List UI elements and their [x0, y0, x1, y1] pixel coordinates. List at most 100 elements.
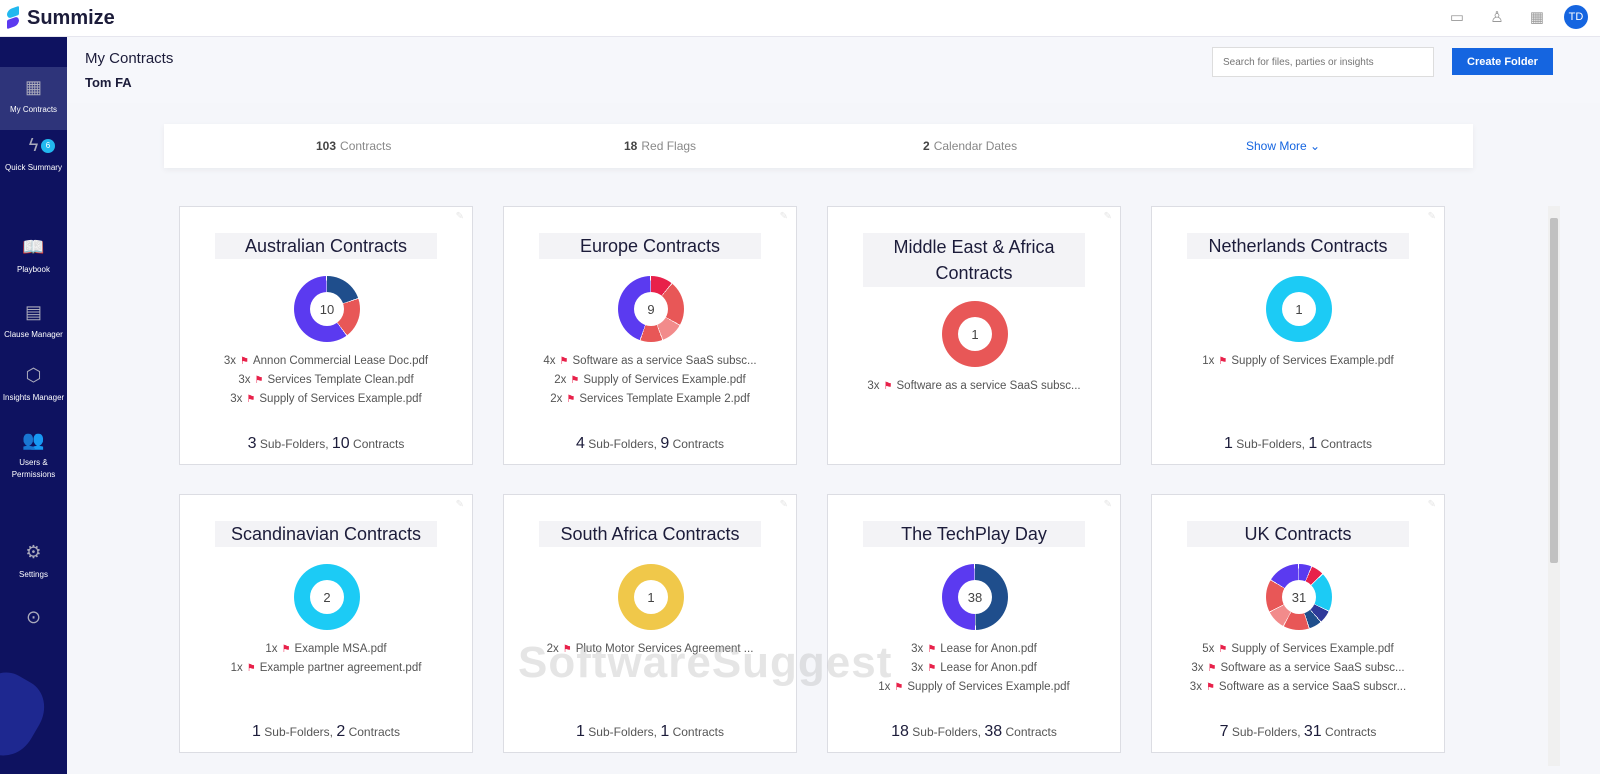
folder-title: Netherlands Contracts: [1187, 233, 1409, 259]
stat-calendar-dates[interactable]: 2 Calendar Dates: [923, 139, 1017, 153]
chat-icon[interactable]: ▭: [1444, 4, 1470, 30]
watermark: SoftwareSuggest: [518, 638, 893, 687]
subfolders-label: Sub-Folders,: [1231, 725, 1301, 739]
sidebar-item-clause-manager[interactable]: ▤ Clause Manager: [0, 302, 67, 341]
stat-red-flags[interactable]: 18 Red Flags: [624, 139, 696, 153]
red-flag-item[interactable]: 5x ⚑ Supply of Services Example.pdf: [1152, 640, 1444, 659]
chevron-down-icon: ⌄: [1310, 139, 1321, 153]
red-flag-icon: ⚑: [883, 381, 893, 392]
subfolders-label: Sub-Folders,: [1236, 437, 1305, 451]
donut-total: 10: [310, 292, 344, 326]
folder-card[interactable]: ✎ Australian Contracts 10 3x ⚑ Annon Commerci…: [179, 206, 473, 465]
donut-chart: 1: [1266, 276, 1332, 342]
donut-chart: 1: [618, 564, 684, 630]
red-flag-item[interactable]: 1x ⚑ Example MSA.pdf: [180, 640, 472, 659]
subfolder-count: 4: [576, 435, 585, 452]
folder-card[interactable]: ✎ Middle East & Africa Contracts 1 3x ⚑ Softw…: [827, 206, 1121, 465]
flag-file-name: Lease for Anon.pdf: [940, 643, 1037, 655]
edit-icon[interactable]: ✎: [1428, 499, 1436, 510]
calendar-icon[interactable]: ▦: [1524, 4, 1550, 30]
red-flag-icon: ⚑: [240, 356, 249, 367]
flag-count: 1x: [1202, 355, 1215, 367]
red-flag-icon: ⚑: [894, 682, 904, 693]
edit-icon[interactable]: ✎: [1104, 499, 1112, 510]
contract-count: 1: [660, 723, 670, 740]
sidebar-item-playbook[interactable]: 📖 Playbook: [0, 237, 67, 276]
red-flag-item[interactable]: 1x ⚑ Supply of Services Example.pdf: [1152, 352, 1444, 371]
show-more-button[interactable]: Show More ⌄: [1246, 139, 1320, 153]
edit-icon[interactable]: ✎: [780, 499, 788, 510]
sidebar-item-my-contracts[interactable]: ▦ My Contracts: [0, 67, 67, 130]
subfolders-label: Sub-Folders,: [588, 725, 657, 739]
page-subtitle: Tom FA: [85, 75, 132, 90]
folder-card[interactable]: ✎ Scandinavian Contracts 2 1x ⚑ Example MSA.p…: [179, 494, 473, 753]
red-flag-list: 5x ⚑ Supply of Services Example.pdf 3x ⚑ Soft…: [1152, 640, 1444, 697]
flag-count: 2x: [554, 374, 567, 386]
summize-logo-icon: [5, 8, 21, 28]
red-flag-item[interactable]: 3x ⚑ Software as a service SaaS subsc...: [828, 377, 1120, 396]
folder-card[interactable]: ✎ UK Contracts 31 5x ⚑ Supply of Services Exa…: [1151, 494, 1445, 753]
donut-chart: 31: [1266, 564, 1332, 630]
red-flag-item[interactable]: 3x ⚑ Services Template Clean.pdf: [180, 371, 472, 390]
flag-count: 3x: [911, 662, 924, 674]
scrollbar[interactable]: [1548, 206, 1560, 766]
notification-badge: 6: [41, 139, 55, 153]
donut-chart: 2: [294, 564, 360, 630]
donut-total: 1: [958, 317, 992, 351]
edit-icon[interactable]: ✎: [1428, 211, 1436, 222]
edit-icon[interactable]: ✎: [780, 211, 788, 222]
donut-total: 1: [1282, 292, 1316, 326]
folder-card[interactable]: ✎ South Africa Contracts 1 2x ⚑ Pluto Motor S…: [503, 494, 797, 753]
flag-file-name: Software as a service SaaS subsc...: [572, 355, 757, 367]
red-flag-item[interactable]: 2x ⚑ Services Template Example 2.pdf: [504, 390, 796, 409]
create-folder-button[interactable]: Create Folder: [1452, 48, 1553, 75]
red-flag-list: 3x ⚑ Software as a service SaaS subsc...: [828, 377, 1120, 396]
stat-value: 2: [923, 139, 930, 153]
scrollbar-thumb[interactable]: [1550, 218, 1558, 563]
donut-chart: 1: [942, 301, 1008, 367]
stat-value: 18: [624, 139, 638, 153]
folder-summary: 1 Sub-Folders, 1 Contracts: [1152, 435, 1444, 453]
flag-file-name: Software as a service SaaS subsc...: [1220, 662, 1405, 674]
folder-card[interactable]: ✎ The TechPlay Day 38 3x ⚑ Lease for Anon.pdf…: [827, 494, 1121, 753]
red-flag-list: 1x ⚑ Example MSA.pdf 1x ⚑ Example partner agr…: [180, 640, 472, 678]
sidebar-item-label: Insights Manager: [2, 393, 65, 402]
edit-icon[interactable]: ✎: [456, 211, 464, 222]
red-flag-item[interactable]: 4x ⚑ Software as a service SaaS subsc...: [504, 352, 796, 371]
logo[interactable]: Summize: [5, 7, 115, 30]
gear-icon: ⚙: [25, 542, 42, 562]
folder-card[interactable]: ✎ Europe Contracts 9 4x ⚑ Software as a servi…: [503, 206, 797, 465]
user-icon[interactable]: ♙: [1484, 4, 1510, 30]
donut-chart: 9: [618, 276, 684, 342]
donut-total: 38: [958, 580, 992, 614]
donut-total: 2: [310, 580, 344, 614]
donut-total: 1: [634, 580, 668, 614]
edit-icon[interactable]: ✎: [1104, 211, 1112, 222]
search-input[interactable]: [1212, 47, 1434, 77]
edit-icon[interactable]: ✎: [456, 499, 464, 510]
red-flag-item[interactable]: 1x ⚑ Example partner agreement.pdf: [180, 659, 472, 678]
stat-value: 103: [316, 139, 337, 153]
sidebar-item-users-permissions[interactable]: 👥 Users & Permissions: [0, 430, 67, 481]
red-flag-item[interactable]: 3x ⚑ Supply of Services Example.pdf: [180, 390, 472, 409]
folder-card[interactable]: ✎ Netherlands Contracts 1 1x ⚑ Supply of Serv…: [1151, 206, 1445, 465]
red-flag-item[interactable]: 3x ⚑ Software as a service SaaS subscr...: [1152, 678, 1444, 697]
avatar[interactable]: TD: [1564, 5, 1588, 29]
red-flag-item[interactable]: 2x ⚑ Supply of Services Example.pdf: [504, 371, 796, 390]
sidebar-item-settings[interactable]: ⚙ Settings: [0, 542, 67, 581]
contract-count: 1: [1308, 435, 1318, 452]
contracts-label: Contracts: [353, 437, 405, 451]
red-flag-item[interactable]: 3x ⚑ Annon Commercial Lease Doc.pdf: [180, 352, 472, 371]
stat-label: Red Flags: [641, 139, 697, 153]
sidebar-item-expand[interactable]: ⊙: [0, 607, 67, 634]
sidebar-item-label: Quick Summary: [5, 163, 62, 172]
red-flag-item[interactable]: 3x ⚑ Software as a service SaaS subsc...: [1152, 659, 1444, 678]
sidebar-item-quick-summary[interactable]: ϟ Quick Summary 6: [0, 135, 67, 174]
sidebar-item-insights-manager[interactable]: ⬡ Insights Manager: [0, 365, 67, 404]
red-flag-icon: ⚑: [246, 663, 256, 674]
flag-file-name: Example partner agreement.pdf: [259, 662, 422, 674]
red-flag-icon: ⚑: [254, 375, 264, 386]
flag-file-name: Example MSA.pdf: [294, 643, 387, 655]
decorative-swoosh: [0, 661, 56, 767]
stat-contracts[interactable]: 103 Contracts: [316, 139, 391, 153]
